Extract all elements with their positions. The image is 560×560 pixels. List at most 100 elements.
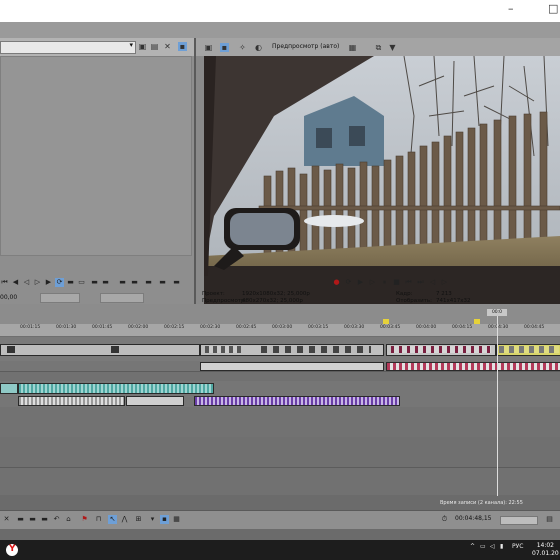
- auto-ripple-icon[interactable]: ▪: [160, 515, 169, 524]
- battery-icon[interactable]: ▮: [500, 543, 503, 550]
- minimize-button[interactable]: –: [508, 2, 514, 15]
- yandex-logo-glyph: Y: [9, 544, 16, 554]
- video-clip-selected[interactable]: [496, 344, 560, 356]
- yandex-browser-icon[interactable]: Y: [6, 544, 18, 556]
- save-snapshot-icon[interactable]: ▼: [388, 43, 397, 52]
- audio-clip[interactable]: [18, 396, 125, 406]
- explorer-file-list[interactable]: [0, 56, 192, 256]
- network-icon[interactable]: ▭: [480, 543, 486, 550]
- trimmer-time: 00,00: [0, 294, 18, 301]
- marker-icon[interactable]: ⚑: [80, 515, 89, 524]
- ruler-tick: 00:04:45: [524, 325, 545, 330]
- project-properties-icon[interactable]: ▣: [204, 43, 213, 52]
- preview-toolbar: ▣ ▪ ✧ ◐ Предпросмотр (авто) ▦ ⧉ ▼: [196, 38, 560, 56]
- go-end-icon[interactable]: ⏭: [416, 278, 425, 287]
- prev-frame-icon[interactable]: ◀: [11, 278, 20, 287]
- next-icon[interactable]: ▶: [44, 278, 53, 287]
- volume-icon[interactable]: ◁: [490, 543, 495, 550]
- loop-playback-icon[interactable]: ⟳: [344, 278, 353, 287]
- zoom-tool-icon[interactable]: ▾: [148, 515, 157, 524]
- ruler-tick: 00:04:30: [488, 325, 509, 330]
- video-clip[interactable]: [200, 344, 384, 356]
- tray-expand-icon[interactable]: ^: [470, 543, 475, 550]
- add-favorite-icon[interactable]: ▪: [178, 42, 187, 51]
- normal-edit-tool-icon[interactable]: ↖: [108, 515, 117, 524]
- play-icon[interactable]: ▷: [368, 278, 377, 287]
- overwrite-icon[interactable]: ▬: [101, 278, 110, 287]
- ruler-tick: 00:03:30: [344, 325, 365, 330]
- overlays-icon[interactable]: ▦: [348, 43, 357, 52]
- audio-clip[interactable]: [126, 396, 184, 406]
- settings-icon[interactable]: ▤: [545, 515, 554, 524]
- go-start-icon[interactable]: ⏮: [404, 278, 413, 287]
- video-clip[interactable]: [0, 344, 200, 356]
- explorer-panel: ▾ ▣ ▤ ✕ ▪ ⏮ ◀ ◁ ▷ ▶ ⟳ ▬ ▭ ▬ ▬ ▬ ▬ ▬ ▬ ▬ …: [0, 38, 196, 304]
- video-track[interactable]: [0, 337, 560, 362]
- fx-icon[interactable]: ✧: [238, 43, 247, 52]
- play-icon[interactable]: ▷: [33, 278, 42, 287]
- record-icon[interactable]: ●: [332, 278, 341, 287]
- trimmer-in-field[interactable]: [40, 293, 80, 303]
- pause-icon[interactable]: ⏸: [380, 278, 389, 287]
- go-start-icon[interactable]: ⏮: [0, 278, 9, 287]
- insert-icon[interactable]: ▬: [90, 278, 99, 287]
- audio-clip[interactable]: [0, 383, 18, 394]
- preview-quality-dropdown[interactable]: Предпросмотр (авто): [272, 43, 339, 50]
- timeline-playhead[interactable]: [497, 316, 498, 496]
- add-to-timeline-icon[interactable]: ▬: [118, 278, 127, 287]
- trim-icon[interactable]: ▬: [130, 278, 139, 287]
- close-icon[interactable]: ✕: [2, 515, 11, 524]
- copy-icon[interactable]: ▬: [28, 515, 37, 524]
- region-icon[interactable]: ▬: [158, 278, 167, 287]
- play-from-start-icon[interactable]: ▶: [356, 278, 365, 287]
- taskbar-clock[interactable]: 14:02 07.01.20: [532, 542, 559, 558]
- grid-icon[interactable]: ▦: [172, 515, 181, 524]
- ruler-tick: 00:03:45: [380, 325, 401, 330]
- marker-icon[interactable]: ▬: [144, 278, 153, 287]
- loop-icon[interactable]: ⟳: [55, 278, 64, 287]
- language-indicator[interactable]: РУС: [512, 543, 523, 550]
- next-frame-icon[interactable]: ▷: [440, 278, 449, 287]
- playhead-label: 00:0: [487, 309, 507, 316]
- audio-clip[interactable]: [194, 396, 400, 406]
- trimmer-out-field[interactable]: [100, 293, 144, 303]
- project-value: 1920x1080x32; 25,000p: [242, 291, 310, 297]
- video-clip[interactable]: [386, 344, 496, 356]
- split-screen-icon[interactable]: ◐: [254, 43, 263, 52]
- mark-out-icon[interactable]: ▭: [77, 278, 86, 287]
- prev-frame-icon[interactable]: ◁: [428, 278, 437, 287]
- copy-snapshot-icon[interactable]: ⧉: [374, 43, 383, 52]
- mark-in-icon[interactable]: ▬: [66, 278, 75, 287]
- clip-filmstrip: [205, 346, 241, 353]
- explorer-path-dropdown[interactable]: ▾: [0, 41, 136, 54]
- ruler-tick: 00:04:15: [452, 325, 473, 330]
- folder-up-icon[interactable]: ▣: [138, 42, 147, 51]
- external-monitor-icon[interactable]: ▪: [220, 43, 229, 52]
- zoom-slider[interactable]: [500, 516, 538, 525]
- snapshot-icon[interactable]: ▬: [172, 278, 181, 287]
- audio-clip[interactable]: [18, 383, 214, 394]
- rewind-icon[interactable]: ◁: [22, 278, 31, 287]
- selection-tool-icon[interactable]: ⊞: [134, 515, 143, 524]
- timeline-header: [0, 304, 560, 324]
- undo-icon[interactable]: ↶: [52, 515, 61, 524]
- video-audio-track[interactable]: [0, 361, 560, 372]
- audio-clip[interactable]: [386, 362, 560, 371]
- stop-icon[interactable]: ■: [392, 278, 401, 287]
- snap-icon[interactable]: ⊓: [94, 515, 103, 524]
- clip-filmstrip: [391, 346, 491, 353]
- paste-icon[interactable]: ▬: [40, 515, 49, 524]
- view-icon[interactable]: ▤: [150, 42, 159, 51]
- lock-icon[interactable]: ⌂: [64, 515, 73, 524]
- audio-clip[interactable]: [200, 362, 384, 371]
- clip-thumbnail: [111, 346, 119, 353]
- cut-icon[interactable]: ▬: [16, 515, 25, 524]
- timeline-ruler[interactable]: 00:01:15 00:01:30 00:01:45 00:02:00 00:0…: [0, 324, 560, 337]
- delete-icon[interactable]: ✕: [163, 42, 172, 51]
- envelope-tool-icon[interactable]: ⋀: [120, 515, 129, 524]
- music-track[interactable]: [0, 381, 560, 396]
- maximize-button[interactable]: □: [548, 2, 558, 15]
- timeline-toolbar: ✕ ▬ ▬ ▬ ↶ ⌂ ⚑ ⊓ ↖ ⋀ ⊞ ▾ ▪ ▦ ⏱ 00:04:48,1…: [0, 510, 560, 529]
- empty-track[interactable]: [0, 437, 560, 468]
- empty-track[interactable]: [0, 407, 560, 438]
